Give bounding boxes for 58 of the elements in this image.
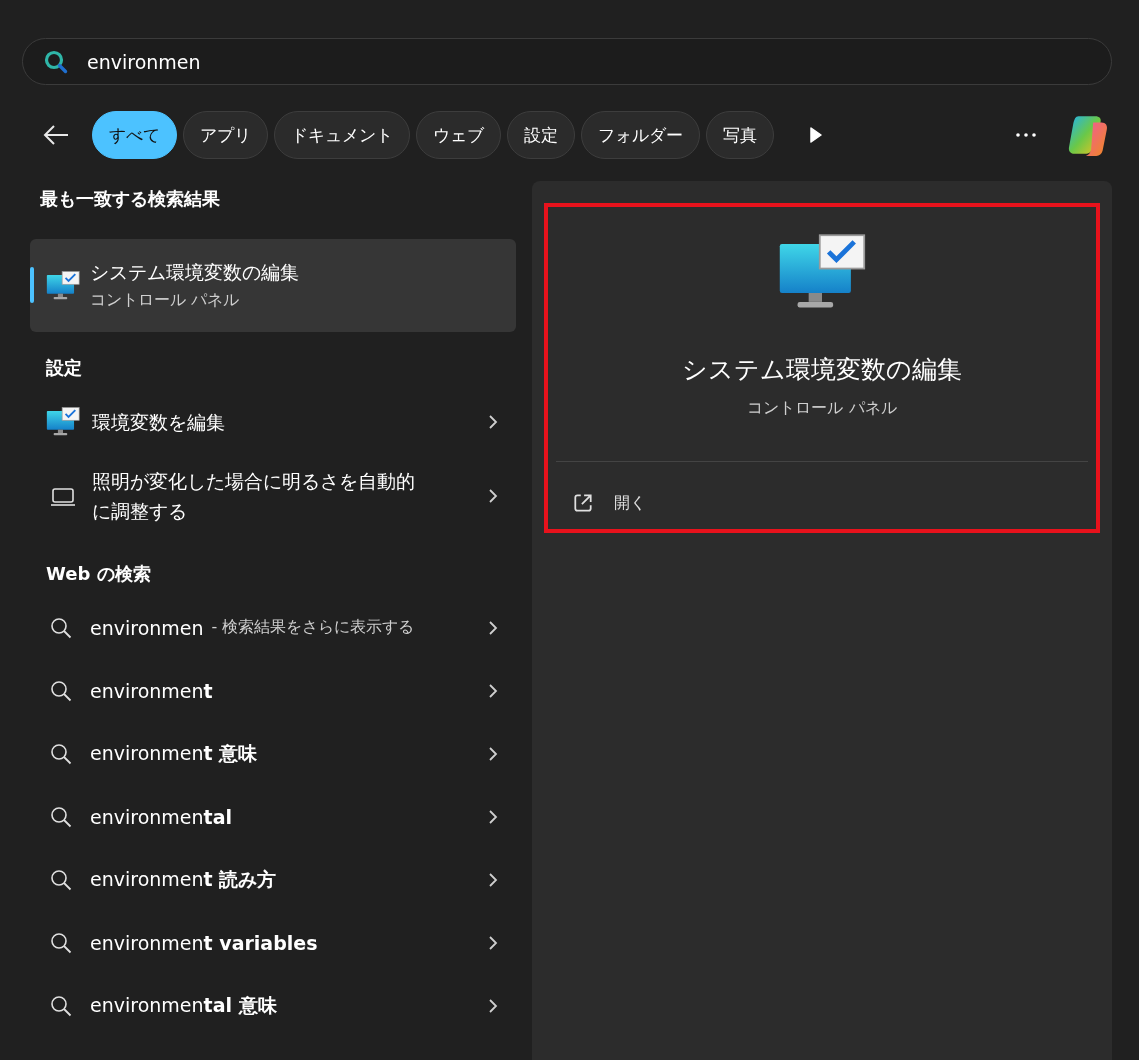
open-external-icon [572,492,594,514]
filter-tab[interactable]: すべて [92,111,177,159]
filter-tab[interactable]: 写真 [706,111,774,159]
section-heading: Web の検索 [45,562,152,586]
chevron-right-icon [488,682,498,699]
web-suggestion[interactable]: environment [30,659,516,722]
suggestion-text: environment variables [90,931,318,954]
result-label: 環境変数を編集 [92,410,225,435]
chevron-right-icon [488,871,498,888]
action-label: 開く [614,492,646,514]
suggestion-text: environmen [90,616,204,639]
search-icon [50,679,72,702]
chevron-right-icon [488,934,498,951]
suggestion-text: environment 意味 [90,740,258,766]
back-arrow-icon [42,123,70,147]
filter-tab[interactable]: フォルダー [581,111,700,159]
filter-tab[interactable]: ドキュメント [274,111,410,159]
search-icon [50,616,72,639]
web-suggestion[interactable]: environmental [30,785,516,848]
suggestion-text: environment 読み方 [90,866,277,892]
section-heading: 最も一致する検索結果 [39,187,221,211]
web-suggestion[interactable]: environmental 意味 [30,974,516,1037]
chevron-right-icon [488,619,498,636]
suggestion-text: environmental 意味 [90,992,277,1018]
web-suggestion[interactable]: environment variables [30,911,516,974]
settings-result[interactable]: 環境変数を編集 [30,390,516,454]
section-heading: 設定 [45,356,83,380]
search-icon [50,868,72,891]
chevron-right-icon [488,997,498,1014]
filter-tab[interactable]: 設定 [507,111,575,159]
preview-title: システム環境変数の編集 [682,354,962,386]
web-suggestion[interactable]: environmen - 検索結果をさらに表示する [30,596,516,659]
open-action[interactable]: 開く [556,462,1088,544]
chevron-right-icon [488,488,498,504]
suggestion-text: environmental [90,805,232,828]
filter-tab[interactable]: アプリ [183,111,268,159]
search-icon [50,931,72,954]
settings-result[interactable]: 照明が変化した場合に明るさを自動的に調整する [30,454,516,538]
filter-tab[interactable]: ウェブ [416,111,501,159]
result-label: 照明が変化した場合に明るさを自動的に調整する [92,469,416,524]
search-icon [50,805,72,828]
search-icon [44,50,68,74]
best-match-result[interactable]: システム環境変数の編集 コントロール パネル [30,239,516,332]
search-field[interactable]: environmen [22,38,1112,85]
monitor-checkmark-icon [46,269,80,302]
result-title: システム環境変数の編集 [90,260,299,285]
web-suggestion[interactable]: environment 意味 [30,722,516,785]
chevron-right-icon [488,414,498,430]
chevron-right-icon [488,745,498,762]
monitor-checkmark-icon [46,406,80,438]
search-icon [50,742,72,765]
suggestion-note: - 検索結果をさらに表示する [211,617,415,638]
chevron-right-icon [488,808,498,825]
preview-subtitle: コントロール パネル [747,398,897,419]
result-subtitle: コントロール パネル [90,290,241,311]
suggestion-text: environment [90,679,213,702]
search-icon [50,994,72,1017]
web-suggestion[interactable]: environment 読み方 [30,848,516,911]
